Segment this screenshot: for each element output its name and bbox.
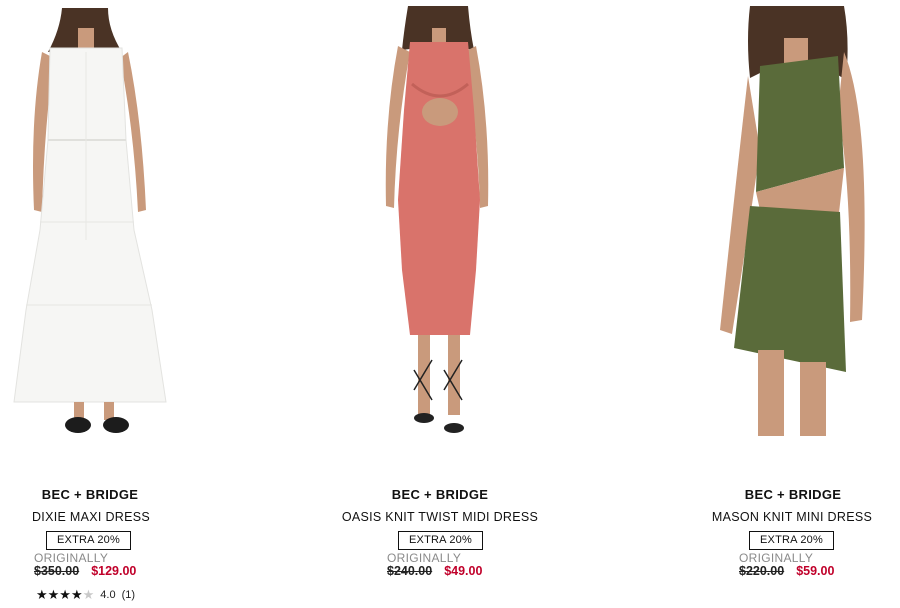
discount-badge: EXTRA 20% [749,531,834,550]
originally-label: ORIGINALLY [34,551,109,565]
product-image[interactable] [0,0,300,450]
rating-count: (1) [121,589,136,601]
product-rating[interactable]: ★★★★★ 4.0 (1) [36,587,135,603]
discount-badge: EXTRA 20% [46,531,131,550]
original-price: $240.00 [387,564,433,578]
product-card[interactable]: BEC + BRIDGE OASIS KNIT TWIST MIDI DRESS… [290,0,590,608]
product-card[interactable]: BEC + BRIDGE DIXIE MAXI DRESS EXTRA 20% … [0,0,300,608]
product-brand: BEC + BRIDGE [41,487,139,502]
star-rating-icon: ★★★★★ [36,587,95,602]
original-price: $350.00 [34,564,80,578]
sale-price: $129.00 [91,564,137,578]
product-name[interactable]: DIXIE MAXI DRESS [0,510,241,524]
product-name[interactable]: OASIS KNIT TWIST MIDI DRESS [290,510,590,524]
original-price: $220.00 [739,564,785,578]
sale-price: $49.00 [444,564,483,578]
price-row: $220.00 $59.00 [739,564,834,578]
price-row: $350.00 $129.00 [34,564,136,578]
discount-badge: EXTRA 20% [398,531,483,550]
product-image[interactable] [600,0,900,450]
rating-value: 4.0 [100,589,116,601]
product-brand: BEC + BRIDGE [391,487,489,502]
product-name[interactable]: MASON KNIT MINI DRESS [642,510,900,524]
originally-label: ORIGINALLY [739,551,814,565]
product-brand: BEC + BRIDGE [744,487,842,502]
price-row: $240.00 $49.00 [387,564,482,578]
product-image[interactable] [290,0,590,450]
originally-label: ORIGINALLY [387,551,462,565]
product-card[interactable]: BEC + BRIDGE MASON KNIT MINI DRESS EXTRA… [600,0,900,608]
sale-price: $59.00 [796,564,835,578]
